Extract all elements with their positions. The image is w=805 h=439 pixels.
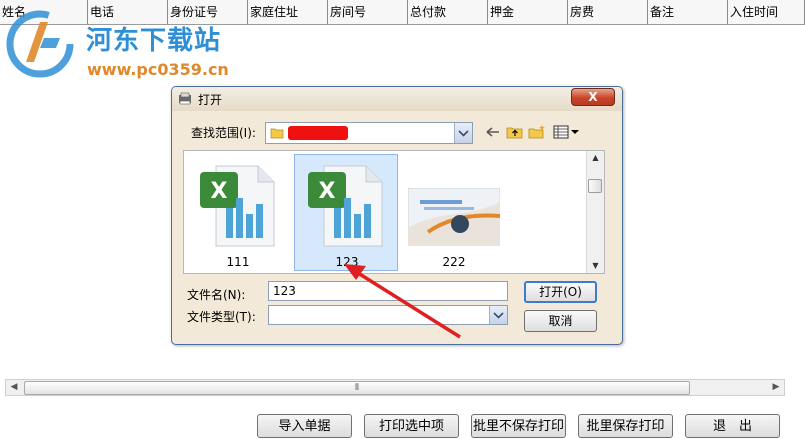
file-item[interactable]: 222 xyxy=(402,154,506,271)
watermark-brand: 河东下载站 xyxy=(86,26,222,56)
image-thumbnail-icon xyxy=(408,188,500,246)
scroll-up-icon[interactable]: ▲ xyxy=(587,151,604,165)
col-header-note[interactable]: 备注 xyxy=(648,0,728,24)
col-header-address[interactable]: 家庭住址 xyxy=(248,0,328,24)
look-in-select[interactable] xyxy=(265,122,473,144)
col-header-deposit[interactable]: 押金 xyxy=(488,0,568,24)
print-selected-button[interactable]: 打印选中项 xyxy=(364,414,459,438)
watermark-url: www.pc0359.cn xyxy=(87,60,229,79)
file-list[interactable]: X 111 X 123 222 ▲ ▼ xyxy=(183,150,605,274)
file-label: 222 xyxy=(442,255,466,269)
chevron-down-icon[interactable] xyxy=(454,123,472,143)
back-arrow-icon[interactable] xyxy=(484,124,502,140)
col-header-total[interactable]: 总付款 xyxy=(408,0,488,24)
batch-print-save-button[interactable]: 批里保存打印 xyxy=(578,414,673,438)
new-folder-icon[interactable] xyxy=(528,124,546,140)
batch-print-nosave-button[interactable]: 批里不保存打印 xyxy=(471,414,566,438)
scroll-right-icon[interactable]: ▶ xyxy=(768,380,784,395)
svg-text:X: X xyxy=(319,179,336,204)
redacted-path xyxy=(288,126,348,140)
col-header-checkin-time[interactable]: 入住时间 xyxy=(728,0,805,24)
dialog-title-bar[interactable]: 打开 X xyxy=(172,87,622,111)
grid-horizontal-scrollbar[interactable]: ◀ ⦀ ▶ xyxy=(5,379,785,396)
view-menu-icon[interactable] xyxy=(552,124,582,140)
excel-file-icon: X xyxy=(200,165,275,247)
watermark-logo-icon xyxy=(6,10,74,78)
filename-input[interactable] xyxy=(268,281,508,301)
col-header-room-fee[interactable]: 房费 xyxy=(568,0,648,24)
import-button[interactable]: 导入单据 xyxy=(257,414,352,438)
scroll-left-icon[interactable]: ◀ xyxy=(6,380,22,395)
look-in-label: 查找范围(I): xyxy=(191,126,256,140)
file-item[interactable]: X 111 xyxy=(186,154,290,271)
filetype-select[interactable] xyxy=(268,305,508,325)
filename-label: 文件名(N): xyxy=(187,288,246,302)
col-header-room[interactable]: 房间号 xyxy=(328,0,408,24)
open-file-dialog: 打开 X 查找范围(I): X 111 X 123 222 ▲ ▼ 文件名(N)… xyxy=(171,86,623,345)
chevron-down-icon[interactable] xyxy=(489,306,507,324)
scroll-down-icon[interactable]: ▼ xyxy=(587,259,604,273)
folder-icon xyxy=(270,128,284,139)
file-label: 123 xyxy=(335,255,359,269)
svg-text:X: X xyxy=(211,179,228,204)
file-list-vertical-scrollbar[interactable]: ▲ ▼ xyxy=(586,151,604,273)
filetype-label: 文件类型(T): xyxy=(187,310,256,324)
file-item-selected[interactable]: X 123 xyxy=(294,154,398,271)
open-button[interactable]: 打开(O) xyxy=(524,281,597,303)
close-button[interactable]: X xyxy=(571,88,615,106)
scrollbar-thumb[interactable]: ⦀ xyxy=(24,381,690,395)
excel-file-icon: X xyxy=(308,165,383,247)
dialog-app-icon xyxy=(179,92,191,105)
scrollbar-thumb[interactable] xyxy=(588,179,602,193)
exit-button[interactable]: 退 出 xyxy=(685,414,780,438)
file-label: 111 xyxy=(226,255,250,269)
cancel-button[interactable]: 取消 xyxy=(524,310,597,332)
dialog-title: 打开 xyxy=(198,93,223,107)
up-folder-icon[interactable] xyxy=(506,124,524,140)
